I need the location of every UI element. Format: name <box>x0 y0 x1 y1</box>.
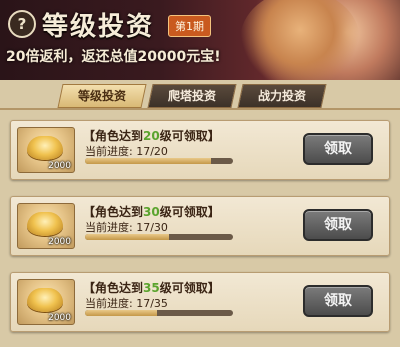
progress-bar <box>85 158 233 164</box>
promo-subtitle: 20倍返利，返还总值20000元宝! <box>6 49 221 65</box>
reward-card: 2000 【角色达到35级可领取】 当前进度: 17/35 领取 <box>10 272 390 332</box>
tab-power-investment[interactable]: 战力投资 <box>237 84 327 108</box>
item-count: 2000 <box>48 237 71 247</box>
condition-prefix: 【角色达到 <box>83 281 144 295</box>
required-level: 35 <box>143 281 160 295</box>
reward-condition: 【角色达到20级可领取】 <box>83 127 220 144</box>
condition-suffix: 级可领取】 <box>159 129 220 143</box>
progress-value: 17/20 <box>136 145 168 158</box>
condition-suffix: 级可领取】 <box>159 281 220 295</box>
required-level: 20 <box>143 129 160 143</box>
progress-label: 当前进度: <box>85 297 133 310</box>
claim-button[interactable]: 领取 <box>303 133 373 165</box>
page-title: 等级投资 <box>42 12 155 42</box>
header-banner: ? 等级投资 第1期 20倍返利，返还总值20000元宝! <box>0 0 400 80</box>
reward-condition: 【角色达到35级可领取】 <box>83 279 220 296</box>
tab-tower-investment[interactable]: 爬塔投资 <box>147 84 237 108</box>
tab-label: 战力投资 <box>257 89 306 103</box>
help-icon[interactable]: ? <box>8 10 36 38</box>
claim-button[interactable]: 领取 <box>303 209 373 241</box>
condition-prefix: 【角色达到 <box>83 205 144 219</box>
reward-item[interactable]: 2000 <box>17 279 75 325</box>
tab-label: 爬塔投资 <box>167 89 216 103</box>
reward-item[interactable]: 2000 <box>17 127 75 173</box>
character-hair-art <box>240 0 360 80</box>
progress-fill <box>85 310 157 316</box>
tab-label: 等级投资 <box>77 89 126 103</box>
reward-card: 2000 【角色达到20级可领取】 当前进度: 17/20 领取 <box>10 120 390 180</box>
progress-bar <box>85 234 233 240</box>
item-count: 2000 <box>48 161 71 171</box>
reward-card: 2000 【角色达到30级可领取】 当前进度: 17/30 领取 <box>10 196 390 256</box>
progress-fill <box>85 158 211 164</box>
progress-label: 当前进度: <box>85 145 133 158</box>
progress-value: 17/35 <box>136 297 168 310</box>
item-count: 2000 <box>48 313 71 323</box>
tab-bar: 等级投资 爬塔投资 战力投资 <box>57 84 327 110</box>
tab-level-investment[interactable]: 等级投资 <box>57 84 147 108</box>
period-badge: 第1期 <box>168 15 211 37</box>
claim-button[interactable]: 领取 <box>303 285 373 317</box>
condition-prefix: 【角色达到 <box>83 129 144 143</box>
progress-bar <box>85 310 233 316</box>
progress-text: 当前进度: 17/20 <box>85 143 168 159</box>
progress-fill <box>85 234 169 240</box>
progress-value: 17/30 <box>136 221 168 234</box>
gold-ingot-icon <box>27 288 63 312</box>
reward-condition: 【角色达到30级可领取】 <box>83 203 220 220</box>
reward-item[interactable]: 2000 <box>17 203 75 249</box>
progress-text: 当前进度: 17/35 <box>85 295 168 311</box>
gold-ingot-icon <box>27 212 63 236</box>
required-level: 30 <box>143 205 160 219</box>
gold-ingot-icon <box>27 136 63 160</box>
progress-label: 当前进度: <box>85 221 133 234</box>
progress-text: 当前进度: 17/30 <box>85 219 168 235</box>
condition-suffix: 级可领取】 <box>159 205 220 219</box>
